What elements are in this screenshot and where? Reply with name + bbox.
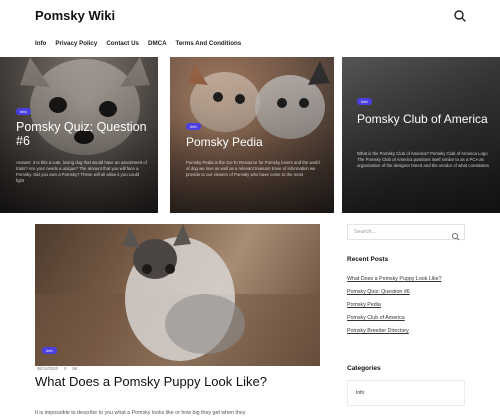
recent-post-link[interactable]: What Does a Pomsky Puppy Look Like? (347, 273, 442, 286)
category-badge[interactable]: Info (16, 108, 31, 115)
featured-excerpt: What is the Pomsky Club of America? Poms… (357, 151, 489, 169)
featured-title[interactable]: Pomsky Pedia (186, 135, 326, 150)
recent-post-link[interactable]: Pomsky Quiz: Question #6 (347, 286, 442, 299)
featured-card-quiz[interactable]: Info Pomsky Quiz: Question #6 Answer: 3 … (0, 57, 158, 213)
search-icon[interactable] (452, 8, 468, 24)
post-date: 06/12/2020 (37, 366, 58, 371)
post-title[interactable]: What Does a Pomsky Puppy Look Like? (35, 374, 267, 389)
featured-title[interactable]: Pomsky Quiz: Question #6 (16, 120, 151, 149)
post-comments-count: 0 (63, 366, 67, 371)
category-badge[interactable]: Info (42, 347, 57, 354)
post-thumbnail[interactable]: Info (35, 224, 320, 366)
site-header: Pomsky Wiki (0, 0, 500, 36)
post-meta: 06/12/2020 0 88 (37, 366, 77, 371)
sidebar-search-field[interactable]: Search... (347, 224, 465, 241)
categories-title: Categories (347, 365, 381, 372)
featured-card-pedia[interactable]: Info Pomsky Pedia Pomsky Pedia is the Go… (170, 57, 334, 213)
site-title[interactable]: Pomsky Wiki (35, 8, 115, 23)
featured-card-club[interactable]: Info Pomsky Club of America What is the … (342, 57, 500, 213)
category-badge[interactable]: Info (357, 98, 372, 105)
main-nav: Info Privacy Policy Contact Us DMCA Term… (35, 40, 241, 52)
nav-item-privacy-policy[interactable]: Privacy Policy (55, 40, 97, 52)
nav-item-info[interactable]: Info (35, 40, 46, 52)
post-views-count: 88 (72, 366, 77, 371)
recent-post-link[interactable]: Pomsky Club of America (347, 312, 442, 325)
featured-title[interactable]: Pomsky Club of America (357, 112, 497, 127)
recent-posts-list: What Does a Pomsky Puppy Look Like? Poms… (347, 273, 442, 338)
nav-item-dmca[interactable]: DMCA (148, 40, 167, 52)
featured-excerpt: Answer: 3 Is this a cute, loving dog tha… (16, 160, 147, 184)
category-badge[interactable]: Info (186, 123, 201, 130)
recent-post-link[interactable]: Pomsky Pedia (347, 299, 442, 312)
category-link-info[interactable]: Info (356, 390, 364, 396)
search-icon[interactable] (451, 228, 460, 241)
search-placeholder: Search... (354, 229, 377, 235)
recent-post-link[interactable]: Pomsky Breeder Directory (347, 325, 442, 338)
post-excerpt: It is impossible to describe to you what… (35, 410, 246, 416)
nav-item-terms[interactable]: Terms And Conditions (176, 40, 242, 52)
nav-item-contact-us[interactable]: Contact Us (106, 40, 139, 52)
categories-list: Info (347, 380, 465, 406)
recent-posts-title: Recent Posts (347, 256, 389, 263)
featured-excerpt: Pomsky Pedia is the Go-To Resource for P… (186, 160, 320, 178)
